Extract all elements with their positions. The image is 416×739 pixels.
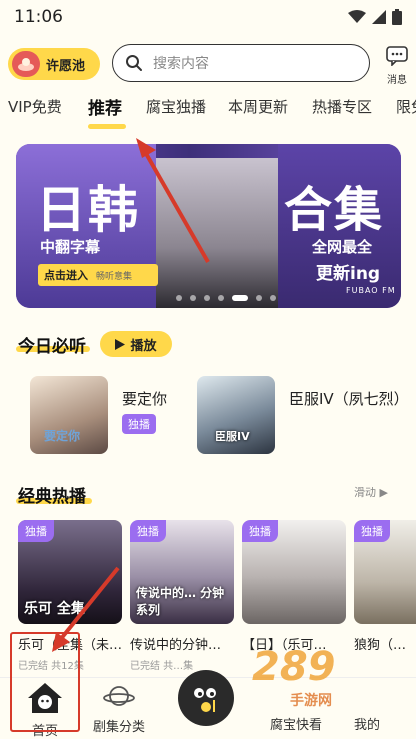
nav-mine[interactable]: 我的 [332, 682, 402, 733]
today-item-cover[interactable]: 臣服IV [197, 376, 275, 454]
exclusive-badge: 独播 [130, 520, 166, 542]
banner-dot[interactable] [218, 295, 224, 301]
banner-cta-extra: 畅听意集 [96, 271, 133, 282]
wifi-icon [348, 10, 366, 23]
classic-item-cover-text: 乐可 全集 [24, 601, 85, 617]
banner-dot[interactable] [204, 295, 210, 301]
message-icon [386, 46, 408, 67]
home-highlight-box [10, 632, 80, 732]
signal-icon [372, 10, 386, 24]
banner-image [156, 158, 278, 308]
exclusive-badge: 独播 [18, 520, 54, 542]
banner-carousel[interactable]: 日韩 合集 中翻字幕 点击进入 畅听意集 全网最全 更新ing FUBAO FM [16, 144, 401, 308]
wish-pool-button[interactable]: 许愿池 [8, 48, 100, 80]
exclusive-badge: 独播 [242, 520, 278, 542]
play-label: 播放 [130, 338, 157, 354]
banner-subtitle-left: 中翻字幕 [40, 238, 101, 256]
message-button[interactable]: 消息 [382, 46, 412, 86]
tab-fubao-exclusive[interactable]: 腐宝独播 [146, 96, 206, 117]
today-item-cover[interactable]: 要定你 [30, 376, 108, 454]
tab-limited-free[interactable]: 限免 [396, 96, 416, 117]
music-player-icon [186, 678, 226, 718]
nav-fubao-watch-label: 腐宝快看 [269, 718, 322, 733]
classic-item-cover[interactable]: 独播 乐可 全集 [18, 520, 122, 624]
planet-icon [103, 686, 135, 706]
tab-vip-free[interactable]: VIP免费 [8, 96, 62, 117]
message-label: 消息 [387, 75, 407, 86]
status-icons [348, 9, 402, 25]
classic-item-cover[interactable]: 独播 [242, 520, 346, 624]
nav-player[interactable] [178, 670, 234, 726]
slide-hint[interactable]: 滑动 ▶ [354, 484, 388, 500]
classic-item-title[interactable]: 狼狗（… [354, 634, 416, 653]
banner-dot[interactable] [256, 295, 262, 301]
banner-cta-button[interactable]: 点击进入 畅听意集 [38, 264, 158, 286]
tab-recommend[interactable]: 推荐 [88, 96, 122, 119]
watermark-logo: 289 [252, 644, 336, 690]
today-item-cover-text: 臣服IV [215, 430, 250, 443]
classic-item-cover-text: 传说中的… 分钟系列 [136, 586, 225, 617]
classic-item-cover[interactable]: 独播 传说中的… 分钟系列 [130, 520, 234, 624]
search-placeholder: 搜索内容 [153, 56, 209, 72]
banner-subtitle-right2: 更新ing [316, 264, 381, 284]
play-button[interactable]: 播放 [100, 331, 172, 357]
nav-mine-label: 我的 [353, 718, 380, 733]
banner-dot[interactable] [270, 295, 276, 301]
classic-item-meta: 已完结 共…集 [130, 661, 194, 672]
classic-item-title[interactable]: 传说中的分钟… [130, 634, 234, 653]
banner-title-left: 日韩 [36, 181, 140, 239]
search-input[interactable]: 搜索内容 [112, 44, 370, 82]
status-bar: 11:06 [0, 0, 416, 34]
today-item-cover-text: 要定你 [44, 429, 81, 443]
banner-brand: FUBAO FM [346, 286, 396, 295]
exclusive-badge: 独播 [354, 520, 390, 542]
active-tab-indicator [88, 124, 126, 129]
classic-item-cover[interactable]: 独播 [354, 520, 416, 624]
today-item-title[interactable]: 要定你 [122, 388, 167, 409]
wish-pool-icon [12, 51, 40, 77]
nav-categories[interactable]: 剧集分类 [84, 682, 154, 735]
banner-dots [176, 295, 276, 301]
banner-title-right: 合集 [284, 182, 385, 238]
wish-pool-label: 许愿池 [46, 58, 86, 74]
category-tabs: VIP免费 推荐 腐宝独播 本周更新 热播专区 限免 [0, 96, 416, 130]
battery-icon [392, 9, 402, 25]
tab-weekly-update[interactable]: 本周更新 [228, 96, 288, 117]
banner-dot[interactable] [190, 295, 196, 301]
today-item-title[interactable]: 臣服IV（夙七烈） [289, 388, 409, 409]
nav-categories-label: 剧集分类 [92, 720, 145, 735]
play-icon [115, 338, 126, 350]
nav-mine-icon-space [332, 682, 402, 712]
watermark-sub: 手游网 [290, 693, 332, 709]
status-time: 11:06 [14, 7, 63, 27]
tab-hot-zone[interactable]: 热播专区 [312, 96, 372, 117]
banner-subtitle-right: 全网最全 [312, 238, 373, 256]
search-icon [126, 55, 142, 71]
banner-dot[interactable] [176, 295, 182, 301]
top-row: 许愿池 搜索内容 消息 [0, 44, 416, 86]
exclusive-badge: 独播 [122, 414, 156, 434]
banner-cta-label: 点击进入 [44, 269, 88, 282]
banner-dot[interactable] [232, 295, 248, 301]
today-section-title: 今日必听 [18, 337, 86, 357]
classic-section-title: 经典热播 [18, 487, 86, 507]
